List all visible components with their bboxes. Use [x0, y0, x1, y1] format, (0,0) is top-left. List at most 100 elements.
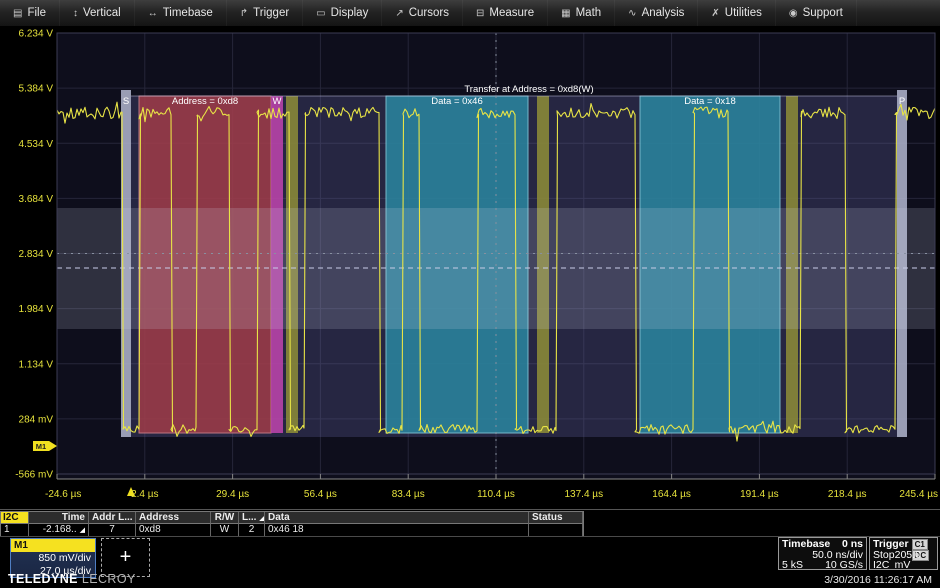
table-cell	[529, 524, 583, 536]
timebase-sample-rate: 10 GS/s	[825, 560, 863, 571]
i2c-address-label: Address = 0xd8	[172, 96, 238, 107]
table-separator	[0, 509, 940, 510]
column-header-status[interactable]: Status	[529, 512, 583, 524]
timebase-offset: 0 ns	[842, 539, 863, 550]
table-cell: 2	[239, 524, 265, 536]
menu-item-label: Trigger	[253, 7, 289, 19]
trigger-title: Trigger	[873, 539, 909, 550]
x-axis-label: 2.4 µs	[131, 489, 158, 500]
brand-primary: TELEDYNE	[8, 572, 78, 586]
column-header-time[interactable]: Time	[29, 512, 89, 524]
column-header-source[interactable]: I2C	[1, 512, 29, 524]
menu-item-label: Vertical	[83, 7, 121, 19]
table-header-row: I2CTimeAddr L...◢AddressR/WL...◢DataStat…	[1, 512, 583, 524]
menu-item-analysis[interactable]: ∿ Analysis	[615, 0, 698, 26]
menu-item-trigger[interactable]: ↱ Trigger	[227, 0, 303, 26]
y-axis-label: 284 mV	[19, 414, 54, 425]
y-axis-label: 3.684 V	[19, 194, 54, 205]
menu-item-label: Display	[331, 7, 369, 19]
trigger-descriptor[interactable]: Trigger C1 DC Stop 205.0 mV I2C	[869, 537, 938, 570]
cursor-arrow-icon: ↗	[395, 8, 403, 19]
menu-item-cursors[interactable]: ↗ Cursors	[382, 0, 463, 26]
oscilloscope-screen: ▤ File ↕ Vertical ↔ Timebase ↱ Trigger ▭ Display ↗…	[0, 0, 940, 588]
intensity-band	[57, 208, 935, 329]
column-header-rw[interactable]: R/W	[211, 512, 239, 524]
x-axis-label: 191.4 µs	[740, 489, 779, 500]
measure-icon: ⊟	[476, 8, 484, 19]
x-axis-label: 218.4 µs	[828, 489, 867, 500]
menu-item-label: Timebase	[163, 7, 213, 19]
utilities-tools-icon: ✗	[711, 8, 719, 19]
analysis-chart-icon: ∿	[628, 8, 636, 19]
menu-item-label: Measure	[489, 7, 534, 19]
math-calculator-icon: ▦	[561, 8, 570, 19]
table-cell: -2.168..◢	[29, 524, 89, 536]
menu-item-label: Cursors	[409, 7, 449, 19]
menu-item-label: Support	[803, 7, 843, 19]
table-cell: 0x46 18	[265, 524, 529, 536]
column-header-l[interactable]: L...◢	[239, 512, 265, 524]
menu-item-vertical[interactable]: ↕ Vertical	[60, 0, 135, 26]
trigger-level: 205.0 mV	[895, 550, 934, 561]
vertical-arrows-icon: ↕	[73, 8, 78, 19]
menu-item-support[interactable]: ◉ Support	[776, 0, 857, 26]
menu-item-utilities[interactable]: ✗ Utilities	[698, 0, 775, 26]
x-axis-label: 83.4 µs	[392, 489, 425, 500]
menu-item-file[interactable]: ▤ File	[0, 0, 60, 26]
menu-item-label: Analysis	[642, 7, 685, 19]
expand-icon[interactable]: ◢	[80, 527, 85, 534]
m1-offset-marker-label: M1	[36, 442, 46, 451]
y-axis-label: 5.384 V	[19, 84, 54, 95]
brand-secondary: LECROY	[82, 572, 136, 586]
table-cell: 1	[1, 524, 29, 536]
x-axis-label: 29.4 µs	[216, 489, 249, 500]
menu-item-label: Utilities	[725, 7, 762, 19]
datetime-display: 3/30/2016 11:26:17 AM	[824, 574, 932, 586]
i2c-source-badge: I2C	[1, 512, 28, 524]
i2c-data-label: Data = 0x18	[684, 96, 736, 107]
y-axis-label: 4.534 V	[19, 139, 54, 150]
i2c-data-label: Data = 0x46	[431, 96, 483, 107]
i2c-transfer-label: Transfer at Address = 0xd8(W)	[464, 84, 593, 95]
i2c-start-label: S	[123, 96, 129, 107]
teledyne-lecroy-logo: TELEDYNE LECROY	[8, 572, 136, 586]
i2c-decode-table: I2CTimeAddr L...◢AddressR/WL...◢DataStat…	[0, 511, 584, 537]
menu-item-timebase[interactable]: ↔ Timebase	[135, 0, 227, 26]
x-axis-label: 56.4 µs	[304, 489, 337, 500]
menu-item-math[interactable]: ▦ Math	[548, 0, 615, 26]
trigger-type: I2C	[873, 560, 889, 571]
x-axis-label: 245.4 µs	[899, 489, 938, 500]
menu-item-measure[interactable]: ⊟ Measure	[463, 0, 548, 26]
y-axis-label: 2.834 V	[19, 249, 54, 260]
i2c-stop-label: P	[899, 96, 905, 107]
table-cell: 0xd8	[136, 524, 211, 536]
y-axis-label: -566 mV	[15, 470, 53, 481]
y-axis-label: 1.984 V	[19, 304, 54, 315]
waveform-display[interactable]: Transfer at Address = 0xd8(W) Address = 0…	[0, 26, 940, 510]
menu-item-display[interactable]: ▭ Display	[303, 0, 382, 26]
column-header-data[interactable]: Data	[265, 512, 529, 524]
trigger-edge-icon: ↱	[240, 8, 248, 19]
timebase-title: Timebase	[782, 539, 830, 550]
x-axis-label: 110.4 µs	[477, 489, 515, 500]
scope-graticule: Transfer at Address = 0xd8(W) Address = 0…	[0, 26, 940, 510]
y-axis-label: 1.134 V	[19, 359, 54, 370]
table-cell: W	[211, 524, 239, 536]
m1-volts-per-div: 850 mV/div	[11, 552, 95, 565]
support-info-icon: ◉	[789, 8, 798, 19]
column-header-addrl[interactable]: Addr L...◢	[89, 512, 136, 524]
column-header-address[interactable]: Address	[136, 512, 211, 524]
x-axis-label: -24.6 µs	[45, 489, 81, 500]
table-row[interactable]: 1-2.168..◢70xd8W20x46 18	[1, 524, 583, 536]
timebase-descriptor[interactable]: Timebase 0 ns 50.0 ns/div 5 kS 10 GS/s	[778, 537, 867, 570]
menu-item-label: File	[27, 7, 46, 19]
y-axis-label: 6.234 V	[19, 29, 54, 40]
menu-item-label: Math	[576, 7, 602, 19]
table-cell: 7	[89, 524, 136, 536]
menu-bar: ▤ File ↕ Vertical ↔ Timebase ↱ Trigger ▭ Display ↗…	[0, 0, 940, 27]
display-monitor-icon: ▭	[316, 8, 325, 19]
x-axis-label: 137.4 µs	[565, 489, 604, 500]
x-axis-label: 164.4 µs	[652, 489, 691, 500]
horizontal-arrows-icon: ↔	[148, 8, 158, 19]
file-icon: ▤	[13, 8, 22, 19]
